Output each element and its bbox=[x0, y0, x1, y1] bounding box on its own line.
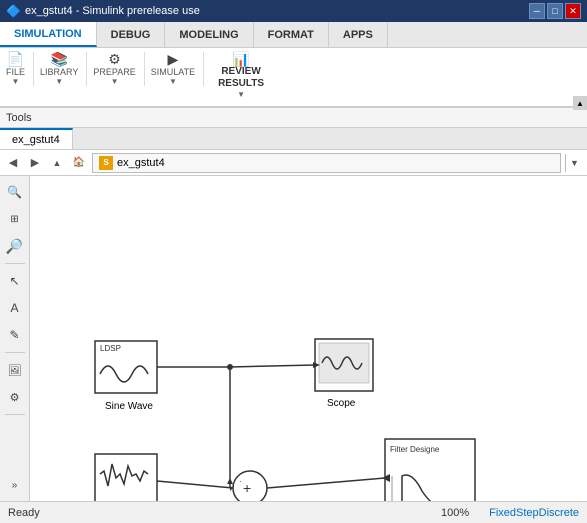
status-mode[interactable]: FixedStepDiscrete bbox=[489, 507, 579, 519]
library-label: LIBRARY bbox=[40, 67, 78, 77]
address-path: ex_gstut4 bbox=[117, 157, 165, 169]
canvas-svg: LDSP Sine Wave Random Source + · bbox=[30, 176, 587, 501]
review-label: REVIEWRESULTS bbox=[218, 66, 264, 90]
wire-sum-to-filter bbox=[267, 478, 385, 488]
ribbon-group-prepare: ⚙ PREPARE ▼ bbox=[93, 52, 144, 86]
prepare-icon: ⚙ bbox=[108, 52, 121, 66]
file-icon: 📄 bbox=[7, 52, 24, 66]
prepare-label: PREPARE bbox=[93, 67, 135, 77]
maximize-button[interactable]: □ bbox=[547, 3, 563, 19]
ribbon-group-simulate: ▶ SIMULATE ▼ bbox=[151, 52, 204, 86]
simulate-label: SIMULATE bbox=[151, 67, 195, 77]
tab-format[interactable]: FORMAT bbox=[254, 22, 329, 47]
tab-modeling[interactable]: MODELING bbox=[165, 22, 253, 47]
simulate-icon: ▶ bbox=[168, 52, 179, 66]
address-input[interactable]: S ex_gstut4 bbox=[92, 153, 561, 173]
ribbon-group-file: 📄 FILE ▼ bbox=[6, 52, 34, 86]
tools-bar: Tools bbox=[0, 108, 587, 128]
wire-random-to-sum bbox=[157, 481, 233, 488]
library-arrow[interactable]: ▼ bbox=[55, 77, 63, 86]
sine-wave-label: Sine Wave bbox=[105, 401, 153, 412]
address-model-icon: S bbox=[99, 156, 113, 170]
tab-debug[interactable]: DEBUG bbox=[97, 22, 166, 47]
image-button[interactable]: 🖼 bbox=[3, 358, 27, 382]
prepare-group-content: ⚙ PREPARE ▼ bbox=[93, 52, 135, 86]
simulate-group-content: ▶ SIMULATE ▼ bbox=[151, 52, 195, 86]
prepare-arrow[interactable]: ▼ bbox=[111, 77, 119, 86]
review-icon: 📊 bbox=[232, 52, 249, 66]
app-icon: 🔷 bbox=[6, 4, 21, 18]
main-area: 🔍 ⊞ 🔎 ↖ A ✎ 🖼 ⚙ » LDSP Sine Wave Random bbox=[0, 176, 587, 501]
text-tool-button[interactable]: A bbox=[3, 296, 27, 320]
status-right: 100% FixedStepDiscrete bbox=[441, 507, 579, 519]
left-toolbar: 🔍 ⊞ 🔎 ↖ A ✎ 🖼 ⚙ » bbox=[0, 176, 30, 501]
tab-apps[interactable]: APPS bbox=[329, 22, 388, 47]
nav-back-button[interactable]: ◀ bbox=[4, 154, 22, 172]
status-ready: Ready bbox=[8, 507, 40, 519]
window-title: ex_gstut4 - Simulink prerelease use bbox=[25, 5, 200, 17]
nav-home-button[interactable]: 🏠 bbox=[70, 154, 88, 172]
zoom-in-button[interactable]: 🔍 bbox=[3, 180, 27, 204]
filter-top-label: Filter Designe bbox=[390, 445, 440, 454]
file-label: FILE bbox=[6, 67, 25, 77]
zoom-out-button[interactable]: 🔎 bbox=[3, 234, 27, 258]
simulate-arrow[interactable]: ▼ bbox=[169, 77, 177, 86]
sum-top-arrow bbox=[227, 478, 233, 484]
toolbar-separator-1 bbox=[5, 263, 25, 264]
expand-button[interactable]: » bbox=[3, 473, 27, 497]
properties-button[interactable]: ⚙ bbox=[3, 385, 27, 409]
model-tab[interactable]: ex_gstut4 bbox=[0, 128, 73, 149]
toolbar-separator-2 bbox=[5, 352, 25, 353]
tab-bar: ex_gstut4 bbox=[0, 128, 587, 150]
minimize-button[interactable]: ─ bbox=[529, 3, 545, 19]
status-zoom: 100% bbox=[441, 507, 469, 519]
ribbon: 📄 FILE ▼ 📚 LIBRARY ▼ ⚙ PREPARE ▼ ▶ SIMUL… bbox=[0, 48, 587, 108]
menu-tabs: SIMULATION DEBUG MODELING FORMAT APPS bbox=[0, 22, 587, 48]
close-button[interactable]: ✕ bbox=[565, 3, 581, 19]
sum-plus-sign: + bbox=[243, 480, 251, 496]
canvas[interactable]: LDSP Sine Wave Random Source + · bbox=[30, 176, 587, 501]
select-tool-button[interactable]: ↖ bbox=[3, 269, 27, 293]
title-bar-left: 🔷 ex_gstut4 - Simulink prerelease use bbox=[6, 4, 200, 18]
svg-text:LDSP: LDSP bbox=[100, 344, 121, 353]
library-icon: 📚 bbox=[50, 52, 67, 66]
review-arrow[interactable]: ▼ bbox=[237, 90, 245, 99]
wire-junction-to-scope bbox=[230, 365, 315, 367]
title-bar-controls[interactable]: ─ □ ✕ bbox=[529, 3, 581, 19]
library-group-content: 📚 LIBRARY ▼ bbox=[40, 52, 78, 86]
sum-input-marker: · bbox=[239, 477, 242, 486]
toolbar-separator-3 bbox=[5, 414, 25, 415]
fit-view-button[interactable]: ⊞ bbox=[3, 207, 27, 231]
connect-tool-button[interactable]: ✎ bbox=[3, 323, 27, 347]
title-bar: 🔷 ex_gstut4 - Simulink prerelease use ─ … bbox=[0, 0, 587, 22]
ribbon-group-library: 📚 LIBRARY ▼ bbox=[40, 52, 87, 86]
address-dropdown-button[interactable]: ▼ bbox=[565, 154, 583, 172]
scope-label: Scope bbox=[327, 398, 356, 409]
tools-label: Tools bbox=[6, 112, 32, 124]
file-arrow[interactable]: ▼ bbox=[12, 77, 20, 86]
status-bar: Ready 100% FixedStepDiscrete bbox=[0, 501, 587, 523]
junction-dot bbox=[227, 364, 233, 370]
ribbon-collapse-button[interactable]: ▲ bbox=[573, 96, 587, 110]
ribbon-group-review: 📊 REVIEWRESULTS ▼ bbox=[210, 52, 272, 99]
nav-up-button[interactable]: ▲ bbox=[48, 154, 66, 172]
tab-simulation[interactable]: SIMULATION bbox=[0, 22, 97, 47]
address-bar: ◀ ▶ ▲ 🏠 S ex_gstut4 ▼ bbox=[0, 150, 587, 176]
nav-forward-button[interactable]: ▶ bbox=[26, 154, 44, 172]
file-group-content: 📄 FILE ▼ bbox=[6, 52, 25, 86]
